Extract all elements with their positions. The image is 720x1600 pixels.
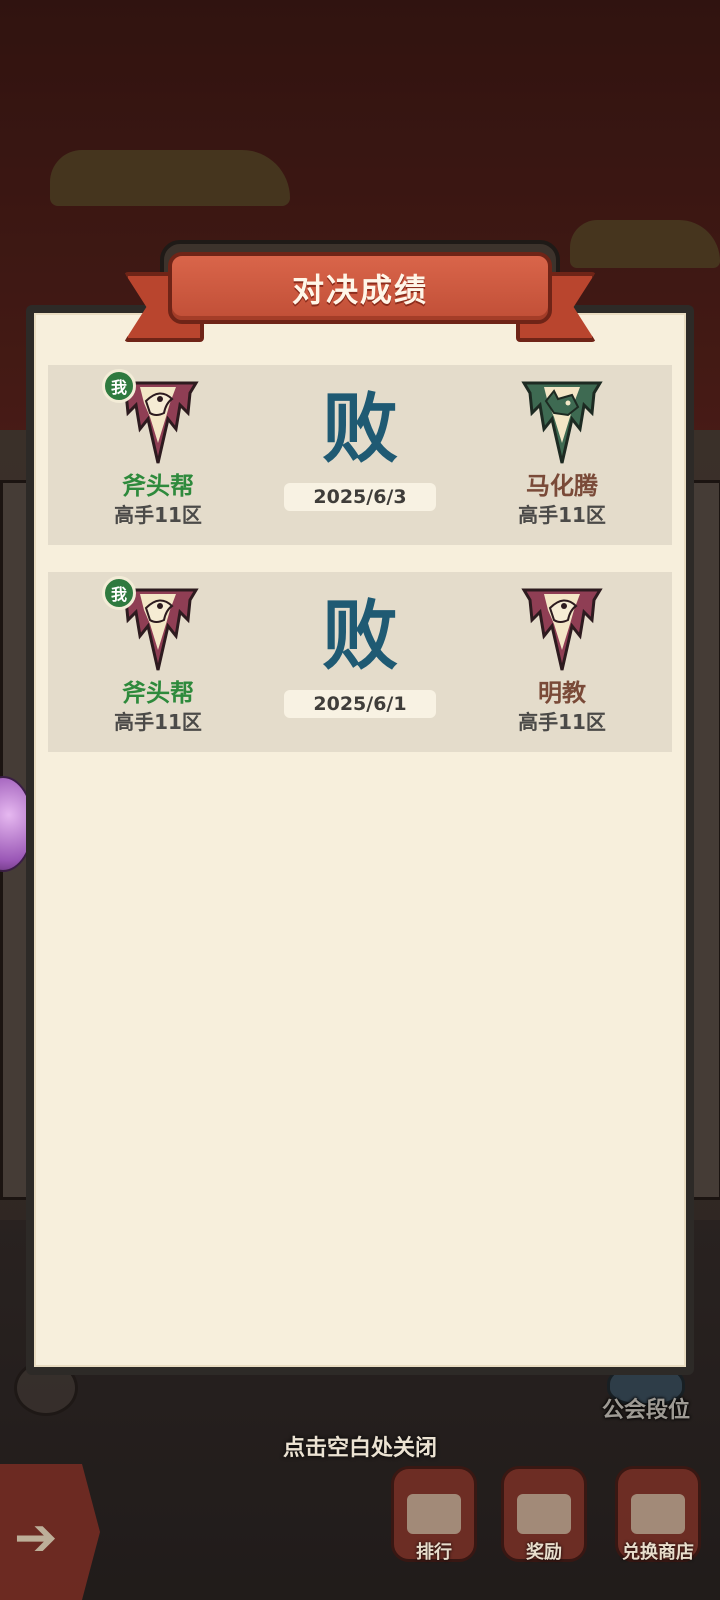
my-guild-server: 高手11区 (114, 503, 202, 527)
rank-button-label: 排行 (416, 1542, 452, 1563)
opponent-guild-server: 高手11区 (518, 710, 606, 734)
match-result: 败 2025/6/1 (278, 586, 442, 736)
my-guild: 我 斧头帮 高手11区 (48, 576, 268, 750)
match-row: 我 斧头帮 高手11区 败 2025/6/1 明教 高手11区 (48, 572, 672, 752)
opponent-guild: 明教 高手11区 (452, 580, 672, 750)
me-badge: 我 (102, 369, 136, 403)
reward-button[interactable]: 奖励 (498, 1466, 590, 1594)
result-text: 败 (322, 591, 398, 680)
my-guild-server: 高手11区 (114, 710, 202, 734)
rhino-emblem-icon (514, 373, 610, 469)
opponent-guild-name: 马化腾 (526, 472, 598, 500)
match-row: 我 斧头帮 高手11区 败 2025/6/3 马化腾 高手11区 (48, 365, 672, 545)
bird-emblem-icon (514, 580, 610, 676)
opponent-guild-name: 明教 (538, 679, 586, 707)
match-date: 2025/6/3 (284, 483, 436, 511)
bird-emblem-icon: 我 (102, 369, 206, 469)
my-guild-name: 斧头帮 (122, 472, 194, 500)
back-arrow-icon: ➔ (14, 1508, 58, 1568)
my-guild-name: 斧头帮 (122, 679, 194, 707)
rank-button[interactable]: 排行 (388, 1466, 480, 1594)
my-guild: 我 斧头帮 高手11区 (48, 369, 268, 543)
match-date: 2025/6/1 (284, 690, 436, 718)
shop-button[interactable]: 兑换商店 (612, 1466, 704, 1594)
back-button[interactable]: ➔ (0, 1464, 100, 1600)
me-badge: 我 (102, 576, 136, 610)
panel-title: 对决成绩 (291, 271, 428, 309)
reward-button-label: 奖励 (526, 1542, 562, 1563)
result-text: 败 (322, 384, 398, 473)
opponent-guild: 马化腾 高手11区 (452, 373, 672, 543)
shop-button-label: 兑换商店 (622, 1542, 694, 1563)
opponent-guild-server: 高手11区 (518, 503, 606, 527)
close-hint: 点击空白处关闭 (282, 1436, 437, 1461)
match-result: 败 2025/6/3 (278, 379, 442, 529)
title-ribbon: 对决成绩 (168, 252, 552, 324)
bird-emblem-icon: 我 (102, 576, 206, 676)
